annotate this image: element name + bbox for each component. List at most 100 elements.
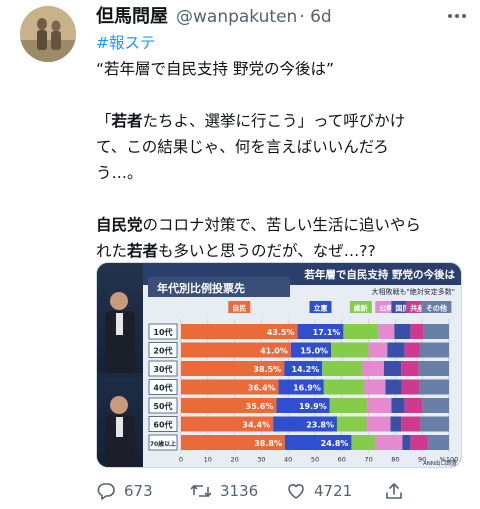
bar-segment	[418, 361, 449, 376]
tweet-media[interactable]: 若年層で自民支持 野党の今後は大相敗戦も"絶対安定多数" 年代別比例投票先自民 立憲…	[96, 262, 462, 468]
legend-label: 立憲	[313, 304, 327, 313]
avatar[interactable]	[20, 6, 76, 62]
vote-chart: 若年層で自民支持 野党の今後は大相敗戦も"絶対安定多数" 年代別比例投票先自民 立憲…	[143, 263, 461, 467]
data-label: 41.0%	[260, 347, 288, 356]
tweet-time[interactable]: · 6d	[299, 7, 331, 27]
data-label: 19.9%	[299, 402, 327, 411]
bar-segment	[362, 361, 384, 376]
bar-segment	[402, 435, 411, 450]
reply-button[interactable]: 673	[96, 478, 153, 504]
retweet-button[interactable]: 3136	[190, 478, 258, 504]
retweet-count: 3136	[220, 482, 259, 500]
data-label: 15.0%	[300, 347, 328, 356]
x-tick-label: 0	[179, 456, 183, 464]
data-label: 35.6%	[246, 402, 274, 411]
x-tick-label: 30	[257, 456, 265, 464]
bar-segment	[378, 324, 395, 339]
tweet-header: 但馬問屋 @wanpakuten · 6d	[96, 2, 436, 28]
data-label: 43.5%	[267, 328, 295, 337]
category-label: 20代	[153, 346, 172, 356]
category-label: 60代	[153, 420, 172, 430]
data-label: 17.1%	[313, 328, 341, 337]
data-label: 36.4%	[248, 384, 276, 393]
tweet-line: う…。	[96, 164, 143, 182]
bar-segment	[401, 416, 421, 432]
chart-title: 年代別比例投票先	[157, 281, 245, 295]
bar-segment	[420, 416, 449, 432]
anchor-photo	[97, 377, 143, 467]
like-button[interactable]: 4721	[286, 478, 352, 504]
bar-segment	[404, 398, 423, 413]
bar-segment	[390, 416, 402, 432]
more-options-icon[interactable]	[446, 8, 468, 22]
author-name[interactable]: 但馬問屋	[96, 2, 168, 28]
bar-segment	[410, 435, 428, 450]
tweet-line: 「若者たちよ、選挙に行こう」って呼びかけ	[96, 112, 406, 130]
legend-label: 公明	[379, 304, 393, 313]
bar-segment	[364, 379, 386, 395]
bar-segment	[385, 379, 402, 395]
x-tick-label: 60	[338, 456, 346, 464]
bar-segment	[410, 324, 424, 339]
legend-label: 自民	[232, 304, 246, 313]
tweet-line: 自民党のコロナ対策で、苦しい生活に追いやら	[96, 216, 421, 234]
bar-segment	[322, 361, 363, 376]
category-label: 70歳以上	[150, 440, 176, 448]
banner-subtitle: 大相敗戦も"絶対安定多数"	[372, 287, 455, 296]
bar-segment	[336, 416, 367, 432]
x-tick-label: 20	[230, 456, 238, 464]
bar-segment	[391, 398, 405, 413]
category-label: 30代	[153, 364, 172, 374]
legend-label: その他	[426, 304, 447, 313]
category-label: 50代	[153, 401, 172, 411]
tweet-line: れた若者も多いと思うのだが、なぜ…??	[96, 242, 376, 260]
reply-count: 673	[124, 482, 153, 500]
like-count: 4721	[314, 482, 353, 500]
bar-segment	[323, 379, 365, 395]
bar-segment	[343, 324, 379, 339]
bar-segment	[401, 379, 419, 395]
anchor-photo	[97, 263, 143, 373]
x-tick-label: 40	[284, 456, 292, 464]
retweet-icon	[190, 484, 212, 498]
avatar-image	[20, 6, 76, 62]
data-label: 34.4%	[242, 421, 270, 430]
chart-panel: 若年層で自民支持 野党の今後は大相敗戦も"絶対安定多数" 年代別比例投票先自民 立憲…	[143, 263, 461, 467]
bar-segment	[331, 342, 369, 358]
action-bar: 673 3136 4721	[96, 478, 466, 504]
category-label: 40代	[153, 383, 172, 393]
bar-segment	[351, 435, 376, 450]
bar-segment	[404, 342, 420, 358]
heart-icon	[288, 484, 304, 499]
data-label: 38.8%	[254, 439, 282, 448]
data-label: 24.8%	[321, 439, 349, 448]
bar-segment	[383, 361, 402, 376]
bar-segment	[367, 398, 392, 413]
x-tick-label: 10	[204, 456, 212, 464]
bar-segment	[401, 361, 419, 376]
bar-segment	[394, 324, 411, 339]
bar-segment	[387, 342, 405, 358]
legend-label: 維新	[354, 304, 368, 313]
x-tick-label: 80	[391, 456, 399, 464]
bar-segment	[427, 435, 449, 450]
data-label: 14.2%	[291, 365, 319, 374]
x-tick-label: 70	[364, 456, 372, 464]
hashtag-link[interactable]: #報ステ	[96, 34, 156, 52]
bar-segment	[419, 342, 449, 358]
bar-segment	[368, 342, 388, 358]
bar-segment	[422, 398, 449, 413]
tweet-line: て、この結果じゃ、何を言えばいいんだろ	[96, 138, 389, 156]
credit-label: ANN出口調査	[423, 459, 457, 467]
author-handle[interactable]: @wanpakuten	[176, 7, 297, 27]
tweet-text: #報ステ “若年層で自民支持 野党の今後は” 「若者たちよ、選挙に行こう」って呼…	[96, 30, 464, 264]
data-label: 16.9%	[293, 384, 321, 393]
data-label: 23.8%	[306, 421, 334, 430]
bar-segment	[375, 435, 403, 450]
category-label: 10代	[153, 327, 172, 337]
share-icon	[386, 483, 402, 499]
data-label: 38.5%	[253, 365, 281, 374]
tweet-line: “若年層で自民支持 野党の今後は”	[96, 60, 334, 78]
banner-title: 若年層で自民支持 野党の今後は	[303, 268, 455, 281]
share-button[interactable]	[384, 478, 404, 504]
